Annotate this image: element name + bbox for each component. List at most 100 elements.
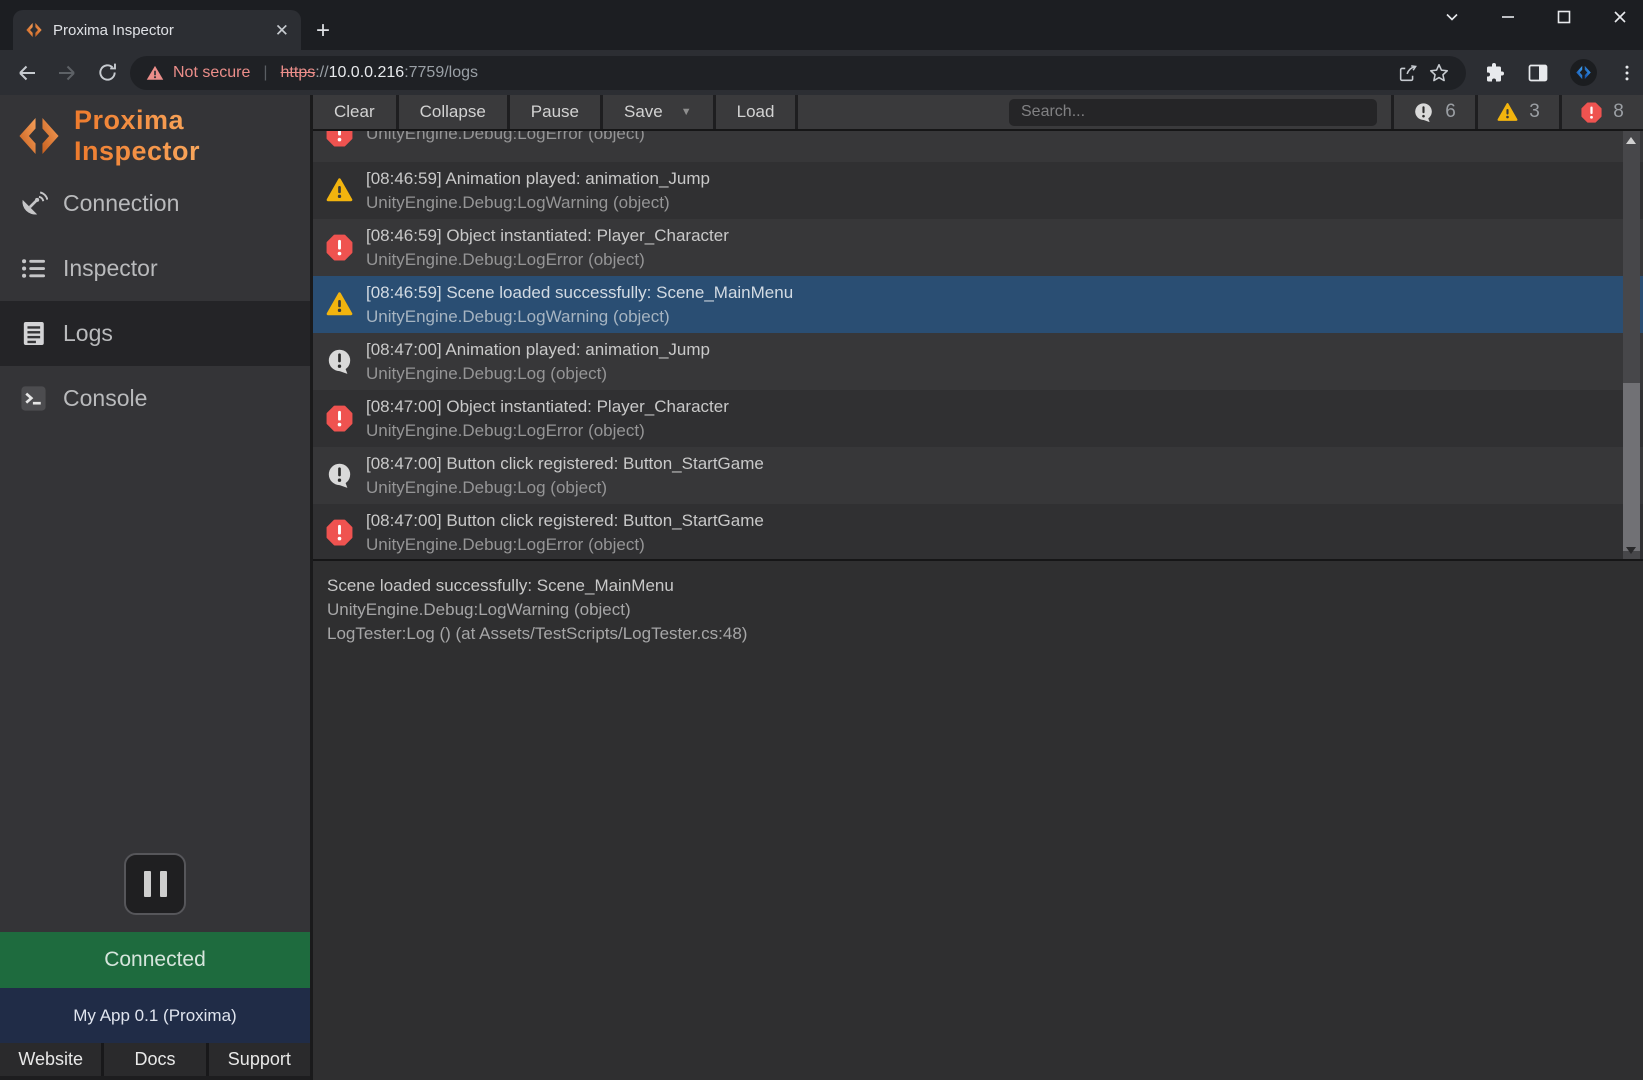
scrollbar-up-arrow-icon[interactable] bbox=[1626, 137, 1636, 144]
bookmark-star-icon[interactable] bbox=[1428, 62, 1450, 84]
url-host: 10.0.0.216 bbox=[329, 64, 405, 81]
log-row[interactable]: UnityEngine.Debug:LogError (object) bbox=[313, 131, 1643, 162]
log-list-scrollbar[interactable] bbox=[1623, 131, 1640, 559]
info-log-icon bbox=[1413, 102, 1434, 123]
log-stack-trace: UnityEngine.Debug:LogError (object) bbox=[366, 248, 729, 272]
close-window-button[interactable] bbox=[1609, 6, 1631, 28]
load-button[interactable]: Load bbox=[716, 95, 799, 129]
footer-link-docs[interactable]: Docs bbox=[104, 1043, 205, 1076]
log-stack-trace: UnityEngine.Debug:LogError (object) bbox=[366, 533, 764, 557]
log-level-icon bbox=[326, 131, 353, 147]
log-stack-trace: UnityEngine.Debug:LogWarning (object) bbox=[366, 305, 793, 329]
reload-button[interactable] bbox=[94, 60, 120, 86]
clear-button[interactable]: Clear bbox=[313, 95, 399, 129]
log-stack-trace: UnityEngine.Debug:Log (object) bbox=[366, 476, 764, 500]
log-row[interactable]: [08:47:00] Button click registered: Butt… bbox=[313, 447, 1643, 504]
maximize-button[interactable] bbox=[1553, 6, 1575, 28]
sidebar-nav: Connection Inspector bbox=[0, 171, 310, 431]
save-dropdown-caret-icon[interactable]: ▼ bbox=[681, 106, 692, 118]
share-icon[interactable] bbox=[1397, 62, 1419, 84]
minimize-button[interactable] bbox=[1497, 6, 1519, 28]
forward-button[interactable] bbox=[54, 60, 80, 86]
log-row[interactable]: [08:47:00] Object instantiated: Player_C… bbox=[313, 390, 1643, 447]
proxima-favicon-icon bbox=[25, 21, 43, 39]
detail-stack-line: LogTester:Log () (at Assets/TestScripts/… bbox=[327, 622, 1629, 646]
detail-stack-line: UnityEngine.Debug:LogWarning (object) bbox=[327, 598, 1629, 622]
browser-navbar: Not secure | https://10.0.0.216:7759/log… bbox=[0, 50, 1643, 95]
app-title: Proxima Inspector bbox=[74, 105, 310, 167]
log-message: [08:46:59] Scene loaded successfully: Sc… bbox=[366, 281, 793, 305]
bulleted-list-icon bbox=[19, 254, 48, 283]
url-text[interactable]: https://10.0.0.216:7759/logs bbox=[281, 64, 479, 82]
sidebar-item-label: Inspector bbox=[63, 255, 158, 282]
logs-toolbar: Clear Collapse Pause Save ▼ Load 6 bbox=[313, 95, 1643, 131]
sidebar-item-connection[interactable]: Connection bbox=[0, 171, 310, 236]
log-row[interactable]: [08:46:59] Scene loaded successfully: Sc… bbox=[313, 276, 1643, 333]
sidebar: Proxima Inspector Connection bbox=[0, 95, 310, 1080]
omnibox-divider: | bbox=[263, 64, 267, 82]
save-button[interactable]: Save ▼ bbox=[603, 95, 716, 129]
log-level-icon bbox=[326, 291, 353, 318]
tab-close-icon[interactable]: ✕ bbox=[275, 22, 289, 39]
sidebar-item-console[interactable]: Console bbox=[0, 366, 310, 431]
scrollbar-down-arrow-icon[interactable] bbox=[1626, 547, 1636, 554]
log-message: [08:46:59] Object instantiated: Player_C… bbox=[366, 224, 729, 248]
pause-stream-button[interactable] bbox=[124, 853, 186, 915]
sidebar-item-logs[interactable]: Logs bbox=[0, 301, 310, 366]
log-level-icon bbox=[326, 234, 353, 261]
log-row[interactable]: [08:47:00] Animation played: animation_J… bbox=[313, 333, 1643, 390]
warning-count-badge[interactable]: 3 bbox=[1475, 95, 1559, 129]
log-list: UnityEngine.Debug:LogError (object) [08:… bbox=[313, 131, 1643, 561]
log-stack-trace: UnityEngine.Debug:LogError (object) bbox=[366, 419, 729, 443]
browser-menu-icon[interactable] bbox=[1617, 63, 1637, 83]
not-secure-label[interactable]: Not secure bbox=[173, 64, 250, 82]
connection-status-badge: Connected bbox=[0, 932, 310, 988]
back-button[interactable] bbox=[14, 60, 40, 86]
address-bar[interactable]: Not secure | https://10.0.0.216:7759/log… bbox=[130, 56, 1466, 90]
terminal-icon bbox=[19, 384, 48, 413]
scrollbar-thumb[interactable] bbox=[1623, 383, 1640, 551]
error-count-badge[interactable]: 8 bbox=[1559, 95, 1643, 129]
footer-link-support[interactable]: Support bbox=[209, 1043, 310, 1076]
log-stack-trace: UnityEngine.Debug:LogError (object) bbox=[366, 131, 645, 146]
footer-link-website[interactable]: Website bbox=[0, 1043, 101, 1076]
extensions-puzzle-icon[interactable] bbox=[1482, 61, 1506, 85]
warning-log-icon bbox=[1497, 102, 1518, 123]
warning-count: 3 bbox=[1529, 101, 1540, 123]
tab-search-chevron-icon[interactable] bbox=[1441, 6, 1463, 28]
error-log-icon bbox=[1581, 102, 1602, 123]
sidebar-item-label: Console bbox=[63, 385, 147, 412]
sidebar-item-label: Logs bbox=[63, 320, 113, 347]
log-level-icon bbox=[326, 348, 353, 375]
log-message: [08:47:00] Object instantiated: Player_C… bbox=[366, 395, 729, 419]
url-scheme: https bbox=[281, 64, 316, 81]
log-stack-trace: UnityEngine.Debug:LogWarning (object) bbox=[366, 191, 710, 215]
new-tab-button[interactable]: + bbox=[316, 17, 330, 45]
tab-title: Proxima Inspector bbox=[53, 22, 265, 39]
log-row[interactable]: [08:46:59] Object instantiated: Player_C… bbox=[313, 219, 1643, 276]
pause-button[interactable]: Pause bbox=[510, 95, 603, 129]
satellite-dish-icon bbox=[19, 189, 48, 218]
proxima-logo-icon bbox=[16, 113, 62, 159]
document-lines-icon bbox=[19, 319, 48, 348]
log-row[interactable]: [08:46:59] Animation played: animation_J… bbox=[313, 162, 1643, 219]
sidebar-item-label: Connection bbox=[63, 190, 179, 217]
not-secure-warning-icon bbox=[146, 64, 164, 82]
log-row[interactable]: [08:47:00] Button click registered: Butt… bbox=[313, 504, 1643, 561]
info-count: 6 bbox=[1445, 101, 1456, 123]
side-panel-icon[interactable] bbox=[1526, 61, 1550, 85]
browser-tab[interactable]: Proxima Inspector ✕ bbox=[13, 10, 301, 50]
pause-icon bbox=[144, 871, 151, 897]
app-info-bar: My App 0.1 (Proxima) bbox=[0, 988, 310, 1043]
search-input[interactable] bbox=[1009, 99, 1377, 126]
error-count: 8 bbox=[1613, 101, 1624, 123]
profile-avatar[interactable] bbox=[1570, 59, 1597, 86]
collapse-button[interactable]: Collapse bbox=[399, 95, 510, 129]
sidebar-item-inspector[interactable]: Inspector bbox=[0, 236, 310, 301]
log-message: [08:46:59] Animation played: animation_J… bbox=[366, 167, 710, 191]
info-count-badge[interactable]: 6 bbox=[1391, 95, 1475, 129]
log-message: [08:47:00] Button click registered: Butt… bbox=[366, 452, 764, 476]
log-level-icon bbox=[326, 462, 353, 489]
logs-panel: Clear Collapse Pause Save ▼ Load 6 bbox=[310, 95, 1643, 1080]
log-level-icon bbox=[326, 519, 353, 546]
